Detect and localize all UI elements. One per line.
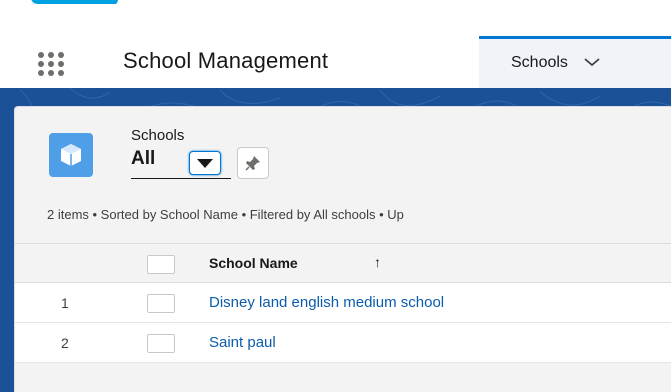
global-header: School Management Schools <box>0 0 671 88</box>
table-row: 2 Saint paul <box>15 323 671 363</box>
row-number: 2 <box>61 335 69 351</box>
records-table: School Name ↑ 1 Disney land english medi… <box>15 243 671 392</box>
pin-list-view-button[interactable] <box>237 147 269 179</box>
view-underline <box>131 178 231 179</box>
app-launcher-grid-icon[interactable] <box>38 52 68 76</box>
pin-icon <box>245 156 260 171</box>
caret-down-icon <box>197 159 213 168</box>
list-status-info: 2 items • Sorted by School Name • Filter… <box>47 207 404 222</box>
table-empty-area <box>15 363 671 392</box>
chevron-down-icon[interactable] <box>583 55 601 69</box>
object-label: Schools <box>131 127 185 144</box>
salesforce-cloud-icon[interactable] <box>28 0 124 16</box>
school-name-link[interactable]: Disney land english medium school <box>209 294 444 311</box>
row-checkbox[interactable] <box>147 334 175 353</box>
row-checkbox[interactable] <box>147 294 175 313</box>
table-header-row: School Name ↑ <box>15 243 671 283</box>
list-view-card: Schools All 2 items • Sorted by School N… <box>14 106 671 392</box>
school-icon <box>49 133 93 177</box>
column-header-school-name[interactable]: School Name <box>209 255 298 271</box>
select-all-checkbox[interactable] <box>147 255 175 274</box>
school-name-link[interactable]: Saint paul <box>209 334 276 351</box>
app-name: School Management <box>123 48 329 73</box>
table-row: 1 Disney land english medium school <box>15 283 671 323</box>
sort-ascending-icon[interactable]: ↑ <box>374 254 381 270</box>
row-number: 1 <box>61 295 69 311</box>
tab-schools[interactable]: Schools <box>479 36 671 88</box>
list-view-name[interactable]: All <box>131 148 155 170</box>
list-view-dropdown-button[interactable] <box>189 151 221 175</box>
tab-schools-label: Schools <box>511 54 568 71</box>
